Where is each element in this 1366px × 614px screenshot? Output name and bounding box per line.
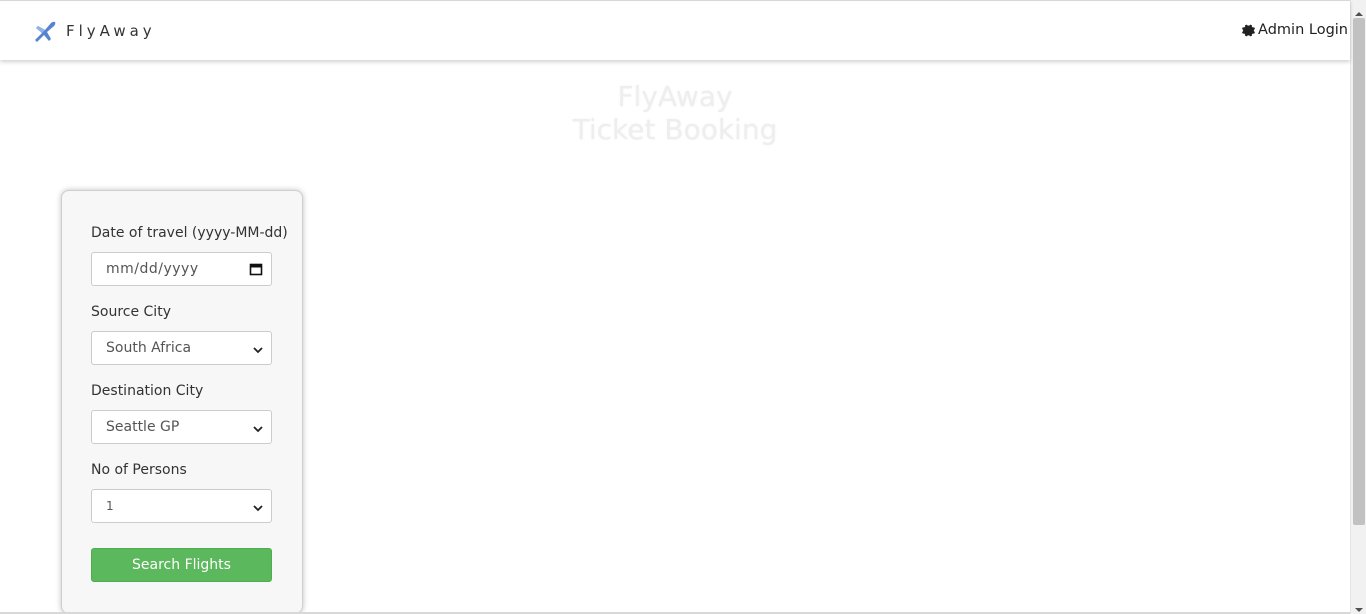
scrollbar-thumb[interactable] [1353, 18, 1365, 525]
date-label: Date of travel (yyyy-MM-dd) [91, 225, 288, 241]
destination-city-label: Destination City [91, 383, 204, 399]
date-input-placeholder: mm/dd/yyyy [106, 261, 199, 277]
search-flights-button[interactable]: Search Flights [91, 548, 272, 582]
source-city-label: Source City [91, 304, 171, 320]
scroll-down-icon[interactable] [1354, 600, 1364, 612]
search-form-panel: Date of travel (yyyy-MM-dd) mm/dd/yyyy S… [61, 190, 303, 614]
source-city-value: South Africa [106, 340, 192, 356]
navbar: FlyAway Admin Login [0, 0, 1350, 60]
brand-name: FlyAway [66, 22, 156, 40]
source-city-select[interactable]: South Africa [91, 331, 272, 365]
persons-select[interactable]: 1 [91, 489, 272, 523]
hero-line-1: FlyAway [617, 80, 733, 113]
hero-title: FlyAway Ticket Booking [0, 80, 1350, 146]
date-input[interactable]: mm/dd/yyyy [91, 252, 272, 286]
airplane-icon [32, 18, 58, 44]
chevron-down-icon [253, 501, 263, 512]
scroll-up-icon[interactable] [1354, 4, 1364, 16]
calendar-icon[interactable] [249, 262, 263, 276]
persons-value: 1 [106, 499, 114, 513]
gear-icon [1242, 24, 1256, 37]
persons-label: No of Persons [91, 462, 187, 478]
admin-login-label: Admin Login [1258, 22, 1348, 38]
destination-city-select[interactable]: Seattle GP [91, 410, 272, 444]
hero-line-2: Ticket Booking [572, 113, 778, 146]
destination-city-value: Seattle GP [106, 419, 180, 435]
brand[interactable]: FlyAway [32, 17, 156, 45]
chevron-down-icon [253, 343, 263, 354]
chevron-down-icon [253, 422, 263, 433]
admin-login-link[interactable]: Admin Login [1242, 19, 1348, 41]
vertical-scrollbar[interactable] [1350, 0, 1366, 614]
